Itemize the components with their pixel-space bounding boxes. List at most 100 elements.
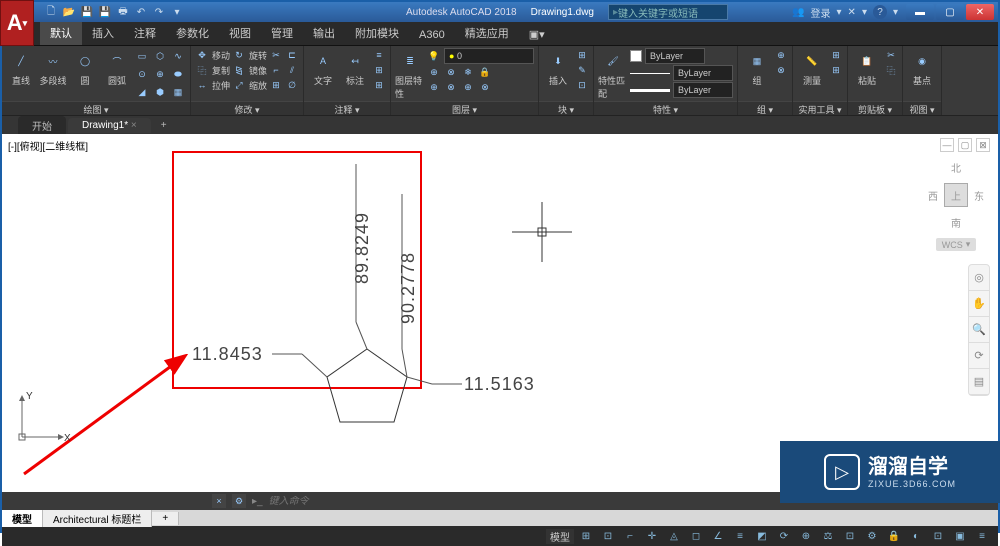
- close-button[interactable]: ✕: [966, 4, 994, 20]
- move-tool[interactable]: ✥移动: [195, 48, 230, 62]
- linetype-dropdown[interactable]: ByLayer: [673, 65, 733, 81]
- ortho-icon[interactable]: ⌐: [620, 528, 640, 544]
- panel-block-label[interactable]: 块 ▾: [539, 101, 593, 115]
- dim-tool[interactable]: ↤标注: [340, 48, 370, 87]
- polyline-tool[interactable]: 〰多段线: [38, 48, 68, 87]
- qat-new-icon[interactable]: 🗋: [44, 5, 58, 19]
- qat-more-icon[interactable]: ▾: [170, 5, 184, 19]
- lineweight-icon[interactable]: ≡: [730, 528, 750, 544]
- nav-pan-icon[interactable]: ✋: [969, 291, 989, 317]
- qat-undo-icon[interactable]: ↶: [134, 5, 148, 19]
- panel-props-label[interactable]: 特性 ▾: [594, 101, 737, 115]
- viewcube[interactable]: 北 西 上 东 南 WCS▾: [928, 160, 984, 251]
- viewport-min-icon[interactable]: —: [940, 138, 954, 152]
- grid-icon[interactable]: ⊞: [576, 528, 596, 544]
- panel-layers-label[interactable]: 图层 ▾: [391, 101, 538, 115]
- matchprops-tool[interactable]: 🖌特性匹配: [598, 48, 628, 100]
- start-tab[interactable]: 开始: [18, 116, 66, 135]
- panel-annotate-label[interactable]: 注释 ▾: [304, 101, 390, 115]
- hardware-icon[interactable]: ◐: [906, 528, 926, 544]
- login-button[interactable]: 登录: [811, 5, 831, 20]
- qat-open-icon[interactable]: 📂: [62, 5, 76, 19]
- help-icon[interactable]: ?: [873, 5, 887, 19]
- lineweight-dropdown[interactable]: ByLayer: [673, 82, 733, 98]
- user-icon[interactable]: 👥: [792, 7, 804, 18]
- insert-tool[interactable]: ⬇插入: [543, 48, 573, 87]
- text-tool[interactable]: A文字: [308, 48, 338, 87]
- app-logo[interactable]: A▾: [0, 0, 34, 46]
- customize-icon[interactable]: ≡: [972, 528, 992, 544]
- add-tab-button[interactable]: +: [153, 118, 175, 133]
- group-tool[interactable]: ▦组: [742, 48, 772, 87]
- workspace-icon[interactable]: ⚙: [862, 528, 882, 544]
- isolate-icon[interactable]: ⊡: [928, 528, 948, 544]
- polar-icon[interactable]: ✛: [642, 528, 662, 544]
- login-dropdown-icon[interactable]: ▾: [837, 7, 842, 18]
- panel-view-label[interactable]: 视图 ▾: [903, 101, 941, 115]
- tab-featured[interactable]: 精选应用: [455, 21, 519, 45]
- panel-utils-label[interactable]: 实用工具 ▾: [793, 101, 847, 115]
- lock-icon[interactable]: 🔒: [884, 528, 904, 544]
- help-dropdown-icon[interactable]: ▾: [893, 7, 898, 18]
- snap-icon[interactable]: ⊡: [598, 528, 618, 544]
- panel-clip-label[interactable]: 剪贴板 ▾: [848, 101, 902, 115]
- layer-props-tool[interactable]: ≣图层特性: [395, 48, 425, 100]
- panel-draw-label[interactable]: 绘图 ▾: [2, 101, 190, 115]
- tab-a360[interactable]: A360: [409, 25, 455, 45]
- units-icon[interactable]: ⚖: [818, 528, 838, 544]
- maximize-button[interactable]: ▢: [936, 4, 964, 20]
- color-dropdown[interactable]: ByLayer: [645, 48, 705, 64]
- layer-dropdown[interactable]: ● 0: [444, 48, 534, 64]
- close-tab-icon[interactable]: ×: [131, 120, 137, 131]
- qat-save-icon[interactable]: 💾: [80, 5, 94, 19]
- viewport-close-icon[interactable]: ⊠: [976, 138, 990, 152]
- circle-tool[interactable]: ◯圆: [70, 48, 100, 87]
- tab-output[interactable]: 输出: [303, 21, 345, 45]
- mirror-tool[interactable]: ⧎镜像: [232, 63, 267, 77]
- nav-zoom-icon[interactable]: 🔍: [969, 317, 989, 343]
- search-input[interactable]: ▸ 键入关键字或短语: [608, 4, 728, 20]
- isodraft-icon[interactable]: ◬: [664, 528, 684, 544]
- scale-tool[interactable]: ⤢缩放: [232, 78, 267, 92]
- qat-plot-icon[interactable]: 🖶: [116, 5, 130, 19]
- tab-annotate[interactable]: 注释: [124, 21, 166, 45]
- panel-group-label[interactable]: 组 ▾: [738, 101, 792, 115]
- nav-wheel-icon[interactable]: ◎: [969, 265, 989, 291]
- cycling-icon[interactable]: ⟳: [774, 528, 794, 544]
- layout1-tab[interactable]: Architectural 标题栏: [43, 510, 152, 527]
- exchange-icon[interactable]: ✕: [848, 7, 856, 18]
- wcs-dropdown[interactable]: WCS▾: [936, 238, 977, 251]
- rect-icon[interactable]: ▭: [134, 48, 150, 64]
- drawing-area[interactable]: [-][俯视][二维线框] — ▢ ⊠ 北 西 上 东 南 WCS▾ ◎ ✋ 🔍…: [2, 134, 998, 492]
- tab-view[interactable]: 视图: [219, 21, 261, 45]
- paste-tool[interactable]: 📋粘贴: [852, 48, 882, 87]
- tab-default[interactable]: 默认: [40, 21, 82, 45]
- annomonitor-icon[interactable]: ⊕: [796, 528, 816, 544]
- quickprops-icon[interactable]: ⊡: [840, 528, 860, 544]
- drawing-tab[interactable]: Drawing1* ×: [68, 118, 151, 133]
- qat-saveas-icon[interactable]: 💾: [98, 5, 112, 19]
- add-layout-button[interactable]: +: [152, 512, 179, 525]
- otrack-icon[interactable]: ∠: [708, 528, 728, 544]
- viewport-max-icon[interactable]: ▢: [958, 138, 972, 152]
- base-tool[interactable]: ◉基点: [907, 48, 937, 87]
- transparency-icon[interactable]: ◩: [752, 528, 772, 544]
- measure-tool[interactable]: 📏测量: [797, 48, 827, 87]
- arc-tool[interactable]: ⌒圆弧: [102, 48, 132, 87]
- qat-redo-icon[interactable]: ↷: [152, 5, 166, 19]
- osnap-icon[interactable]: ◻: [686, 528, 706, 544]
- tab-parametric[interactable]: 参数化: [166, 21, 219, 45]
- tab-manage[interactable]: 管理: [261, 21, 303, 45]
- minimize-button[interactable]: ▬: [906, 4, 934, 20]
- command-customize-icon[interactable]: ⚙: [232, 494, 246, 508]
- clean-icon[interactable]: ▣: [950, 528, 970, 544]
- line-tool[interactable]: ╱直线: [6, 48, 36, 87]
- status-model[interactable]: 模型: [546, 529, 574, 544]
- command-close-icon[interactable]: ×: [212, 494, 226, 508]
- exchange-dropdown-icon[interactable]: ▾: [862, 7, 867, 18]
- viewcube-face[interactable]: 上: [944, 183, 968, 207]
- tab-insert[interactable]: 插入: [82, 21, 124, 45]
- panel-modify-label[interactable]: 修改 ▾: [191, 101, 303, 115]
- stretch-tool[interactable]: ↔拉伸: [195, 78, 230, 92]
- nav-showmotion-icon[interactable]: ▤: [969, 369, 989, 395]
